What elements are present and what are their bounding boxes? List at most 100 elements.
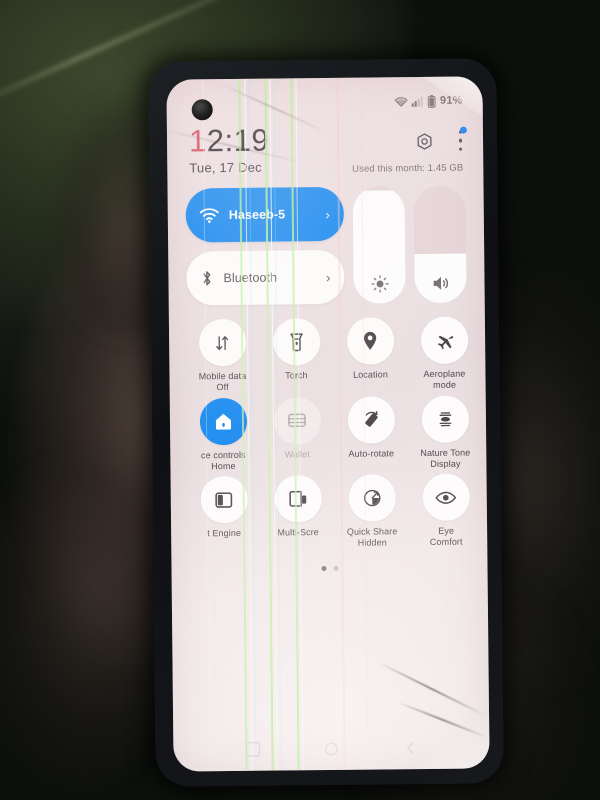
tile-label: Multi-Scre bbox=[261, 527, 335, 539]
tile-label-sub bbox=[260, 381, 334, 382]
tile-label: Quick Share Hidden bbox=[335, 526, 409, 549]
tile-label: Wallet bbox=[260, 448, 334, 460]
connectivity-column: Haseeb-5 › Bluetooth › bbox=[185, 186, 345, 306]
tile-label-sub: Hidden bbox=[357, 537, 387, 548]
page-indicator[interactable] bbox=[185, 564, 473, 572]
signal-bars-icon bbox=[412, 95, 424, 107]
menu-dot bbox=[459, 147, 463, 151]
chevron-right-icon[interactable]: › bbox=[326, 269, 331, 284]
tile-label-sub bbox=[334, 459, 408, 460]
flashlight-icon bbox=[288, 332, 305, 352]
tile-auto-rotate[interactable]: Auto-rotate bbox=[334, 395, 409, 471]
eye-icon bbox=[435, 489, 457, 505]
tile-label: Location bbox=[333, 369, 407, 381]
tile-bubble[interactable] bbox=[198, 318, 246, 367]
camera-hole-punch bbox=[191, 99, 213, 121]
home-icon bbox=[212, 410, 233, 431]
tile-label: Mobile data Off bbox=[185, 371, 259, 394]
airplane-icon bbox=[434, 330, 455, 351]
tile-bubble[interactable] bbox=[421, 395, 469, 443]
chevron-right-icon[interactable]: › bbox=[325, 206, 330, 221]
tile-game-engine[interactable]: t Engine bbox=[187, 475, 262, 551]
tile-label: Nature Tone Display bbox=[408, 447, 482, 470]
tile-aeroplane-mode[interactable]: Aeroplane mode bbox=[407, 316, 482, 391]
volume-slider[interactable] bbox=[413, 185, 467, 304]
notification-badge bbox=[459, 126, 467, 134]
location-pin-icon bbox=[361, 330, 379, 351]
home-pill-icon[interactable] bbox=[325, 741, 339, 755]
tile-bubble[interactable] bbox=[346, 317, 394, 365]
clock-block: 12:19 Tue, 17 Dec bbox=[188, 123, 270, 175]
quick-share-icon bbox=[361, 487, 382, 508]
tile-label-main: Eye bbox=[438, 525, 455, 536]
tile-torch[interactable]: Torch bbox=[259, 318, 334, 393]
tile-label: t Engine bbox=[187, 528, 261, 540]
page-dot-active[interactable] bbox=[320, 565, 327, 571]
multi-screen-icon bbox=[287, 489, 308, 508]
tile-label-main: Multi-Scre bbox=[277, 527, 319, 538]
tile-label: ce controls Home bbox=[186, 449, 260, 472]
tile-label: Eye Comfort bbox=[409, 525, 483, 548]
page-dot[interactable] bbox=[332, 565, 339, 571]
wifi-ssid-label: Haseeb-5 bbox=[228, 207, 286, 223]
tile-label-main: Quick Share bbox=[346, 526, 398, 537]
tile-label-main: Aeroplane bbox=[423, 368, 466, 379]
tile-label-sub bbox=[187, 539, 261, 540]
tile-label-sub bbox=[261, 538, 335, 539]
tile-location[interactable]: Location bbox=[333, 317, 408, 392]
quick-tiles-grid: Mobile data Off Torch Location Aeroplane… bbox=[183, 316, 473, 551]
tile-nature-tone[interactable]: Nature Tone Display bbox=[408, 395, 483, 470]
tile-label-main: Nature Tone bbox=[420, 447, 471, 458]
tile-bubble[interactable] bbox=[347, 395, 395, 444]
qs-header-actions: Used this month: 1.45 GB bbox=[352, 123, 467, 175]
bluetooth-icon bbox=[200, 269, 213, 287]
tile-bubble[interactable] bbox=[420, 316, 468, 365]
tile-device-controls[interactable]: ce controls Home bbox=[186, 397, 261, 472]
tile-label-sub: Off bbox=[216, 382, 229, 393]
menu-dot bbox=[458, 138, 463, 143]
status-bar: 91% bbox=[180, 77, 468, 120]
tile-mobile-data[interactable]: Mobile data Off bbox=[185, 318, 260, 394]
data-usage-label: Used this month: 1.45 GB bbox=[352, 162, 464, 175]
back-icon[interactable] bbox=[403, 741, 417, 755]
brightness-slider[interactable] bbox=[352, 186, 406, 304]
tile-label: Torch bbox=[259, 370, 333, 382]
tile-multi-screen[interactable]: Multi-Scre bbox=[261, 475, 336, 550]
qs-header: 12:19 Tue, 17 Dec Used this month: 1.45 … bbox=[181, 117, 470, 177]
auto-rotate-icon bbox=[360, 409, 381, 430]
tile-label-main: ce controls bbox=[200, 449, 246, 460]
tile-quick-share[interactable]: Quick Share Hidden bbox=[335, 474, 410, 549]
gear-icon[interactable] bbox=[415, 131, 434, 150]
tile-label-sub: mode bbox=[433, 379, 457, 391]
tile-label-main: Location bbox=[353, 369, 388, 380]
tile-eye-comfort[interactable]: Eye Comfort bbox=[409, 473, 484, 548]
tile-wallet[interactable]: Wallet bbox=[260, 396, 335, 471]
wifi-icon bbox=[199, 207, 219, 223]
tile-label: Aeroplane mode bbox=[407, 368, 481, 391]
tile-label-sub: Comfort bbox=[429, 536, 463, 548]
recents-icon[interactable] bbox=[245, 741, 261, 757]
nature-tone-icon bbox=[434, 408, 455, 429]
tile-bubble[interactable] bbox=[273, 396, 321, 445]
tile-label-sub: Display bbox=[430, 458, 461, 469]
clock[interactable]: 12:19 bbox=[188, 123, 269, 159]
edge-panel-icon bbox=[214, 489, 234, 509]
quick-settings-panel[interactable]: 91% 12:19 Tue, 17 Dec Used this month: 1… bbox=[166, 76, 489, 771]
tile-bubble[interactable] bbox=[199, 397, 247, 445]
phone-screen[interactable]: 91% 12:19 Tue, 17 Dec Used this month: 1… bbox=[166, 76, 490, 772]
bluetooth-tile[interactable]: Bluetooth › bbox=[186, 249, 345, 306]
clock-first-digit: 1 bbox=[188, 123, 207, 159]
tile-bubble[interactable] bbox=[272, 318, 320, 366]
three-dot-menu-icon[interactable] bbox=[458, 126, 467, 151]
tile-bubble[interactable] bbox=[422, 473, 470, 522]
tile-label-main: Wallet bbox=[284, 448, 311, 459]
tile-bubble[interactable] bbox=[348, 474, 396, 522]
wallet-icon bbox=[287, 411, 307, 429]
tile-label-main: Torch bbox=[285, 370, 308, 381]
tile-bubble[interactable] bbox=[200, 475, 248, 524]
header-icon-row bbox=[415, 126, 467, 152]
wifi-tile[interactable]: Haseeb-5 › bbox=[185, 186, 345, 243]
tile-label: Auto-rotate bbox=[334, 448, 408, 460]
top-tiles-row: Haseeb-5 › Bluetooth › bbox=[182, 185, 471, 306]
tile-bubble[interactable] bbox=[274, 475, 322, 523]
